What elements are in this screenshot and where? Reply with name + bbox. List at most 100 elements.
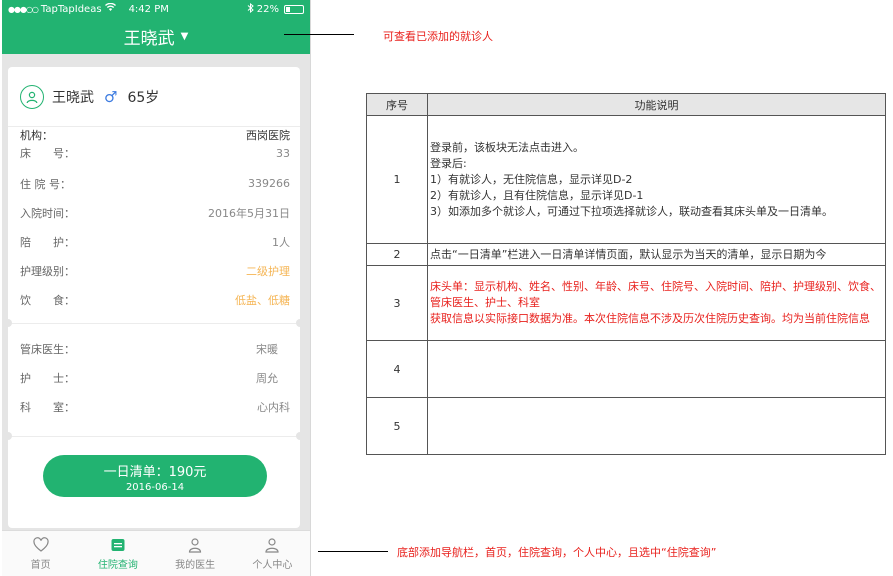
phone-screen: ●●●○○ TapTapIdeas 4:42 PM 22% 王晓武 ▼ 王晓武 … bbox=[2, 0, 311, 576]
spec-table: 序号 功能说明 1 登录前，该板块无法点击进入。 登录后: 1）有就诊人，无住院… bbox=[366, 93, 886, 455]
row-num: 5 bbox=[366, 397, 428, 455]
bed-value: 33 bbox=[276, 146, 290, 160]
doctor-label: 管床医生： bbox=[20, 342, 75, 356]
daily-list-amount: 一日清单：190元 bbox=[103, 465, 207, 480]
bedside-card[interactable]: 王晓武 ♂ 65岁 机构： 西岗医院 床 号： 33 住 院 号： 339266… bbox=[4, 67, 304, 528]
page-title: 王晓武 bbox=[123, 28, 175, 49]
card-notch bbox=[4, 432, 12, 440]
row-desc bbox=[427, 397, 886, 455]
row-diet: 饮 食： 低盐、低糖 bbox=[8, 285, 300, 314]
row-num: 2 bbox=[366, 243, 428, 266]
table-row: 1 登录前，该板块无法点击进入。 登录后: 1）有就诊人，无住院信息，显示详见D… bbox=[366, 115, 886, 244]
tab-my-doctor-label: 我的医生 bbox=[175, 559, 216, 571]
row-admission-no: 住 院 号： 339266 bbox=[8, 169, 300, 198]
male-icon: ♂ bbox=[104, 87, 118, 106]
table-header-row: 序号 功能说明 bbox=[366, 93, 886, 116]
annotation-line-top bbox=[284, 34, 354, 35]
bottom-tabbar: 首页 住院查询 我的医生 个人中心 bbox=[2, 530, 310, 576]
battery-percent: 22% bbox=[256, 3, 279, 15]
institution-value: 西岗医院 bbox=[246, 129, 290, 142]
user-icon bbox=[265, 537, 279, 553]
row-num: 4 bbox=[366, 340, 428, 398]
escort-label: 陪 护： bbox=[20, 235, 75, 249]
admission-date-value: 2016年5月31日 bbox=[208, 206, 290, 220]
desc-line: 床头单：显示机构、姓名、性别、年龄、床号、住院号、入院时间、陪护、护理级别、饮食… bbox=[430, 280, 881, 309]
patient-header: 王晓武 ♂ 65岁 bbox=[8, 67, 300, 127]
row-care-level: 护理级别： 二级护理 bbox=[8, 256, 300, 285]
calendar-icon bbox=[111, 538, 125, 551]
desc-line: 登录前，该板块无法点击进入。 bbox=[430, 140, 584, 154]
row-desc: 床头单：显示机构、姓名、性别、年龄、床号、住院号、入院时间、陪护、护理级别、饮食… bbox=[427, 265, 886, 341]
user-icon bbox=[26, 91, 38, 103]
row-institution: 机构： 西岗医院 bbox=[8, 127, 300, 143]
avatar bbox=[20, 84, 44, 109]
row-desc: 点击“一日清单”栏进入一日清单详情页面，默认显示为当天的清单，显示日期为今 bbox=[427, 243, 886, 266]
desc-line: 1）有就诊人，无住院信息，显示详见D-2 bbox=[430, 172, 633, 186]
row-num: 1 bbox=[366, 115, 428, 244]
care-level-value: 二级护理 bbox=[246, 264, 290, 278]
row-desc: 登录前，该板块无法点击进入。 登录后: 1）有就诊人，无住院信息，显示详见D-2… bbox=[427, 115, 886, 244]
row-admission-date: 入院时间： 2016年5月31日 bbox=[8, 198, 300, 227]
heart-icon bbox=[33, 536, 49, 552]
doctor-icon bbox=[189, 537, 202, 553]
column-header-num: 序号 bbox=[366, 93, 428, 116]
info-section: 机构： 西岗医院 床 号： 33 住 院 号： 339266 入院时间： 201… bbox=[4, 127, 304, 327]
annotation-line-bottom bbox=[318, 551, 388, 552]
tab-hospital-query[interactable]: 住院查询 bbox=[79, 531, 156, 576]
row-nurse: 护 士： 周允 bbox=[8, 363, 300, 392]
row-num: 3 bbox=[366, 265, 428, 341]
daily-list-button[interactable]: 一日清单：190元 2016-06-14 bbox=[43, 455, 267, 497]
row-dept: 科 室： 心内科 bbox=[8, 392, 300, 421]
institution-label: 机构： bbox=[20, 129, 53, 142]
admission-no-value: 339266 bbox=[248, 177, 290, 190]
desc-line: 2）有就诊人，且有住院信息，显示详见D-1 bbox=[430, 188, 644, 202]
bluetooth-icon bbox=[247, 2, 254, 16]
doctor-value: 宋暖 bbox=[256, 342, 278, 356]
row-desc bbox=[427, 340, 886, 398]
table-row: 5 bbox=[366, 397, 886, 455]
diet-label: 饮 食： bbox=[20, 293, 75, 307]
divider bbox=[8, 436, 300, 437]
battery-icon bbox=[284, 4, 304, 14]
column-header-desc: 功能说明 bbox=[427, 93, 886, 116]
daily-list-date: 2016-06-14 bbox=[125, 482, 185, 493]
admission-date-label: 入院时间： bbox=[20, 206, 75, 220]
table-row: 3 床头单：显示机构、姓名、性别、年龄、床号、住院号、入院时间、陪护、护理级别、… bbox=[366, 265, 886, 341]
escort-value: 1人 bbox=[272, 235, 290, 249]
patient-name: 王晓武 bbox=[52, 89, 94, 106]
care-level-label: 护理级别： bbox=[20, 264, 75, 278]
row-bed: 床 号： 33 bbox=[8, 143, 300, 163]
tab-home-label: 首页 bbox=[30, 559, 51, 571]
dept-value: 心内科 bbox=[257, 400, 290, 414]
tab-my-doctor[interactable]: 我的医生 bbox=[157, 531, 234, 576]
patient-selector[interactable]: 王晓武 ▼ bbox=[2, 18, 310, 54]
table-row: 2 点击“一日清单”栏进入一日清单详情页面，默认显示为当天的清单，显示日期为今 bbox=[366, 243, 886, 266]
staff-section: 管床医生： 宋暖 护 士： 周允 科 室： 心内科 bbox=[4, 324, 304, 440]
card-notch bbox=[296, 432, 304, 440]
annotation-bottom: 底部添加导航栏，首页，住院查询，个人中心，且选中“住院查询” bbox=[397, 546, 717, 559]
nurse-value: 周允 bbox=[256, 371, 278, 385]
tab-hospital-query-label: 住院查询 bbox=[97, 559, 138, 571]
wifi-icon bbox=[104, 2, 116, 15]
desc-line: 3）如添加多个就诊人，可通过下拉项选择就诊人，联动查看其床头单及一日清单。 bbox=[430, 204, 833, 218]
carrier-name: TapTapIdeas bbox=[40, 3, 102, 15]
desc-line: 登录后: bbox=[430, 156, 467, 170]
admission-no-label: 住 院 号： bbox=[20, 177, 71, 191]
tab-profile-label: 个人中心 bbox=[252, 559, 293, 571]
bed-label: 床 号： bbox=[20, 147, 75, 160]
tab-home[interactable]: 首页 bbox=[2, 531, 79, 576]
table-row: 4 bbox=[366, 340, 886, 398]
status-bar: ●●●○○ TapTapIdeas 4:42 PM 22% bbox=[2, 0, 310, 18]
signal-icon: ●●●○○ bbox=[8, 4, 39, 14]
dept-label: 科 室： bbox=[20, 400, 75, 414]
desc-line: 获取信息以实际接口数据为准。本次住院信息不涉及历次住院历史查询。均为当前住院信息 bbox=[430, 312, 870, 325]
row-doctor: 管床医生： 宋暖 bbox=[8, 334, 300, 363]
row-escort: 陪 护： 1人 bbox=[8, 227, 300, 256]
tab-profile[interactable]: 个人中心 bbox=[234, 531, 310, 576]
patient-age: 65岁 bbox=[127, 89, 160, 106]
annotation-top: 可查看已添加的就诊人 bbox=[383, 30, 493, 43]
status-time: 4:42 PM bbox=[128, 3, 169, 15]
nurse-label: 护 士： bbox=[20, 371, 75, 385]
diet-value: 低盐、低糖 bbox=[235, 293, 290, 307]
chevron-down-icon: ▼ bbox=[180, 30, 189, 42]
